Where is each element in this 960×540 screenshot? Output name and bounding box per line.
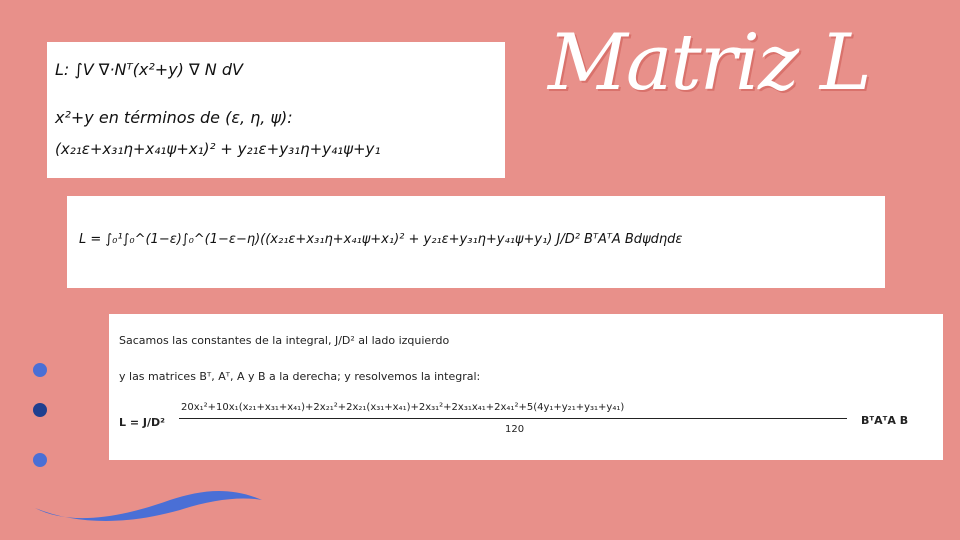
box3-suffix: BᵀAᵀA B: [861, 414, 909, 427]
box3-numerator: 20x₁²+10x₁(x₂₁+x₃₁+x₄₁)+2x₂₁²+2x₂₁(x₃₁+x…: [181, 402, 625, 413]
decor-dot-2: [33, 403, 47, 417]
formula-box-3: Sacamos las constantes de la integral, J…: [109, 314, 943, 460]
box1-line3: (x₂₁ε+x₃₁η+x₄₁ψ+x₁)² + y₂₁ε+y₃₁η+y₄₁ψ+y₁: [55, 140, 381, 158]
box3-denominator: 120: [505, 424, 525, 435]
decor-wave: [35, 490, 262, 521]
slide-title: Matriz L: [548, 18, 872, 108]
box3-prefix: L = J/D²: [119, 416, 165, 429]
box2-equation: L = ∫₀¹∫₀^(1−ε)∫₀^(1−ε−η)((x₂₁ε+x₃₁η+x₄₁…: [79, 232, 683, 247]
box3-line2: y las matrices Bᵀ, Aᵀ, A y B a la derech…: [119, 370, 481, 383]
box3-line1: Sacamos las constantes de la integral, J…: [119, 334, 450, 347]
decor-dot-3: [33, 453, 47, 467]
formula-box-2: L = ∫₀¹∫₀^(1−ε)∫₀^(1−ε−η)((x₂₁ε+x₃₁η+x₄₁…: [67, 196, 885, 288]
formula-box-1: L: ∫V ∇·Nᵀ(x²+y) ∇ N dV x²+y en términos…: [47, 42, 505, 178]
box1-line1: L: ∫V ∇·Nᵀ(x²+y) ∇ N dV: [55, 60, 243, 79]
decor-dot-1: [33, 363, 47, 377]
fraction-bar: [179, 418, 847, 419]
box1-line2: x²+y en términos de (ε, η, ψ):: [55, 108, 293, 127]
